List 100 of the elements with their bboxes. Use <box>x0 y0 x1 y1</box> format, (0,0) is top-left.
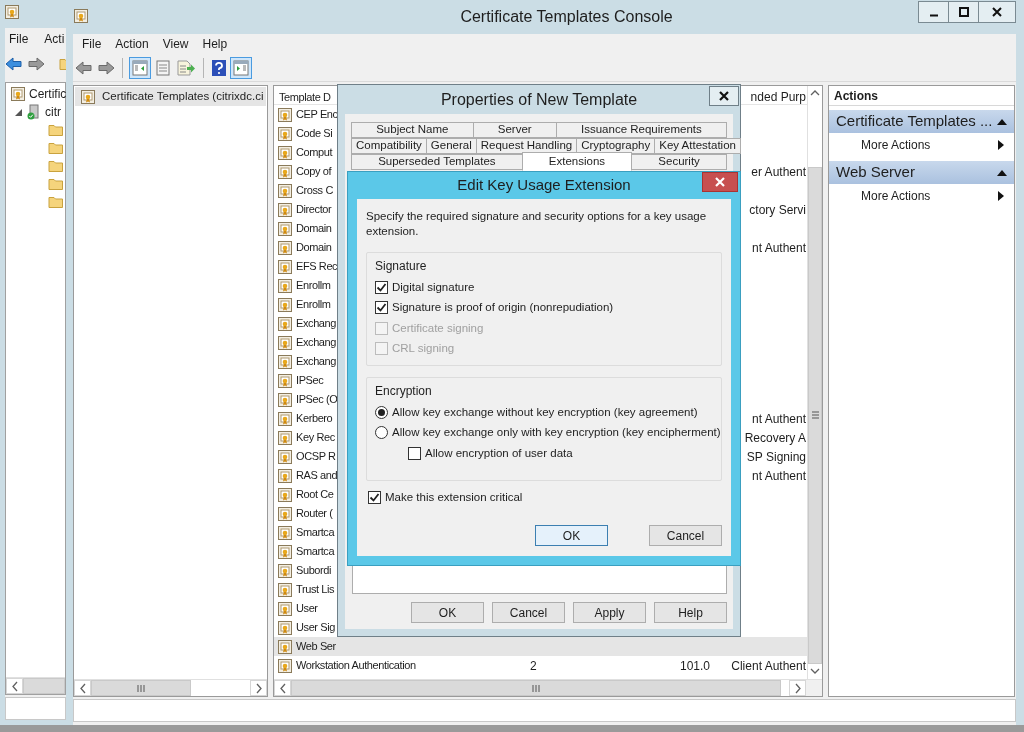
checkbox-label[interactable]: Make this extension critical <box>385 489 523 507</box>
tab[interactable]: Request Handling <box>475 138 578 154</box>
tree-item[interactable]: Certific <box>29 85 66 103</box>
table-cell-text: CEP Enc <box>296 107 338 123</box>
back-icon[interactable] <box>5 55 23 73</box>
menu-item[interactable]: Acti <box>44 30 65 48</box>
dialog-button[interactable]: OK <box>411 602 484 623</box>
tab[interactable]: Compatibility <box>351 138 427 154</box>
horizontal-scrollbar[interactable] <box>274 679 822 696</box>
certificate-icon <box>277 524 293 541</box>
table-cell-text: Director <box>296 202 332 218</box>
checkbox-label[interactable]: Digital signature <box>392 278 475 296</box>
certificate-icon <box>277 144 293 161</box>
column-header[interactable]: Template D <box>279 91 331 103</box>
table-cell-text: Smartca <box>296 544 335 560</box>
horizontal-scrollbar[interactable] <box>74 679 267 696</box>
tab[interactable]: Superseded Templates <box>351 154 523 170</box>
list-row[interactable]: Web Ser <box>274 637 807 656</box>
tree-item[interactable]: citr <box>45 103 61 121</box>
submenu-arrow-icon <box>998 140 1004 150</box>
radio-label[interactable]: Allow key exchange without key encryption (key agreement) <box>392 403 698 421</box>
scrollbar-thumb[interactable] <box>291 680 781 696</box>
menu-item[interactable]: View <box>155 35 196 53</box>
close-icon <box>715 177 725 187</box>
certificate-icon <box>80 88 96 105</box>
table-cell-text: Key Rec <box>296 430 335 446</box>
radio-label[interactable]: Allow key exchange only with key encryption (key encipherment) <box>392 424 721 442</box>
dialog-button[interactable]: Cancel <box>492 602 565 623</box>
certificate-icon <box>277 239 293 256</box>
radio-button[interactable] <box>375 405 388 419</box>
tab[interactable]: Extensions <box>521 152 633 171</box>
table-cell-text: Kerbero <box>296 411 333 427</box>
collapse-icon[interactable] <box>14 107 23 117</box>
menu-item[interactable]: Help <box>195 35 235 53</box>
certificate-icon <box>277 638 293 655</box>
checkbox[interactable] <box>368 491 381 505</box>
action-link[interactable]: More Actions <box>861 136 931 154</box>
console-tree-icon[interactable] <box>130 57 150 78</box>
checkbox[interactable] <box>375 280 388 294</box>
table-cell-text: Exchang <box>296 316 336 332</box>
table-cell-text: nt Authent <box>751 239 806 257</box>
action-group-header[interactable]: Web Server <box>829 161 1014 184</box>
collapse-icon[interactable] <box>997 168 1007 177</box>
tab[interactable]: Server <box>472 122 557 138</box>
app-icon <box>4 3 22 22</box>
certificate-icon <box>10 86 26 102</box>
back-icon[interactable] <box>75 58 93 77</box>
menu-item[interactable]: Action <box>108 35 156 53</box>
radio-button[interactable] <box>375 426 388 440</box>
table-cell-text: Exchang <box>296 335 336 351</box>
tab[interactable]: Key Attestation <box>654 138 741 154</box>
vertical-scrollbar[interactable] <box>807 86 822 679</box>
close-button[interactable] <box>702 172 738 192</box>
scrollbar-thumb[interactable] <box>808 167 822 664</box>
checkbox[interactable] <box>408 446 421 460</box>
forward-icon[interactable] <box>27 55 45 73</box>
close-button[interactable] <box>978 1 1016 23</box>
maximize-button[interactable] <box>948 1 979 23</box>
tab[interactable]: Subject Name <box>351 122 474 138</box>
certificate-icon <box>277 562 293 579</box>
menu-item[interactable]: File <box>75 35 109 53</box>
checkbox[interactable] <box>375 301 388 315</box>
dialog-title: Edit Key Usage Extension <box>457 175 631 196</box>
action-pane-icon[interactable] <box>231 57 251 78</box>
tab[interactable]: Security <box>631 154 727 170</box>
table-cell-text: Comput <box>296 145 333 161</box>
dialog-button[interactable]: OK <box>535 525 608 546</box>
close-icon <box>719 91 729 101</box>
help-icon[interactable] <box>211 58 227 77</box>
minimize-icon <box>928 14 939 17</box>
table-cell-text: Smartca <box>296 525 335 541</box>
pane-title: Actions <box>834 87 878 105</box>
description-text: Specify the required signature and security options for a key usage extension. <box>366 209 708 239</box>
dialog-button[interactable]: Cancel <box>649 525 722 546</box>
tab[interactable]: General <box>425 138 477 154</box>
collapse-icon[interactable] <box>997 117 1007 126</box>
menu-item[interactable]: File <box>9 30 29 48</box>
scrollbar-thumb[interactable] <box>23 678 65 694</box>
export-list-icon[interactable] <box>176 58 196 77</box>
table-cell-text: User <box>296 601 318 617</box>
checkbox-label[interactable]: Signature is proof of origin (nonrepudiation) <box>392 299 614 317</box>
scrollbar-thumb[interactable] <box>91 680 191 696</box>
table-cell-text: IPSec <box>296 373 324 389</box>
column-header[interactable]: nded Purp <box>750 88 806 106</box>
dialog-button[interactable]: Help <box>654 602 727 623</box>
horizontal-scrollbar[interactable] <box>6 677 65 694</box>
tree-item[interactable]: Certificate Templates (citrixdc.ci <box>75 87 266 106</box>
table-cell-text: Exchang <box>296 354 336 370</box>
action-group-header[interactable]: Certificate Templates ... <box>829 110 1014 133</box>
checkbox-label[interactable]: Allow encryption of user data <box>425 444 573 462</box>
close-button[interactable] <box>709 86 739 106</box>
tab[interactable]: Issuance Requirements <box>555 122 727 138</box>
submenu-arrow-icon <box>998 191 1004 201</box>
table-cell: 2 <box>530 658 537 673</box>
certificate-icon <box>277 163 293 180</box>
certificate-icon <box>277 448 293 465</box>
dialog-button[interactable]: Apply <box>573 602 646 623</box>
action-link[interactable]: More Actions <box>861 187 931 205</box>
forward-icon[interactable] <box>97 58 115 77</box>
table-cell-text: Recovery A <box>744 429 806 447</box>
